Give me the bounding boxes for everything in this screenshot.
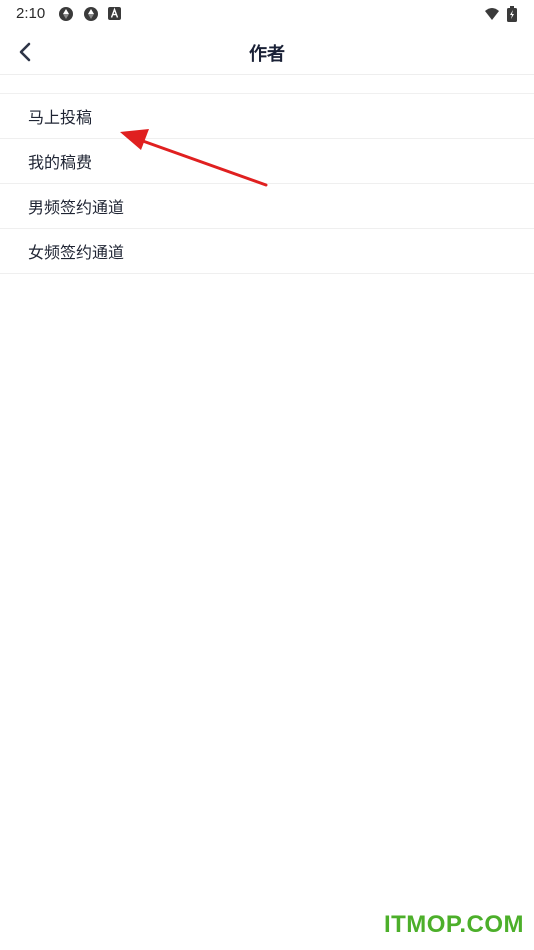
a-box-icon bbox=[108, 7, 121, 20]
app-bar: 作者 bbox=[0, 28, 534, 75]
battery-icon bbox=[507, 6, 517, 22]
aperture-icon bbox=[59, 7, 73, 21]
menu-item-label: 女频签约通道 bbox=[28, 243, 125, 262]
menu-item-label: 我的稿费 bbox=[28, 153, 93, 172]
wifi-icon bbox=[485, 8, 499, 20]
menu-item-submit[interactable]: 马上投稿 bbox=[0, 94, 534, 139]
aperture-icon bbox=[84, 7, 98, 21]
menu-list: 马上投稿 我的稿费 男频签约通道 女频签约通道 bbox=[0, 93, 534, 274]
menu-item-my-royalties[interactable]: 我的稿费 bbox=[0, 139, 534, 184]
page-title: 作者 bbox=[249, 44, 285, 65]
status-bar: 2:10 bbox=[0, 0, 534, 28]
watermark: ITMOP.COM bbox=[383, 911, 524, 938]
menu-item-label: 男频签约通道 bbox=[28, 198, 125, 217]
menu-item-female-signing[interactable]: 女频签约通道 bbox=[0, 229, 534, 274]
menu-item-male-signing[interactable]: 男频签约通道 bbox=[0, 184, 534, 229]
status-time: 2:10 bbox=[16, 5, 46, 22]
menu-item-label: 马上投稿 bbox=[28, 108, 93, 127]
